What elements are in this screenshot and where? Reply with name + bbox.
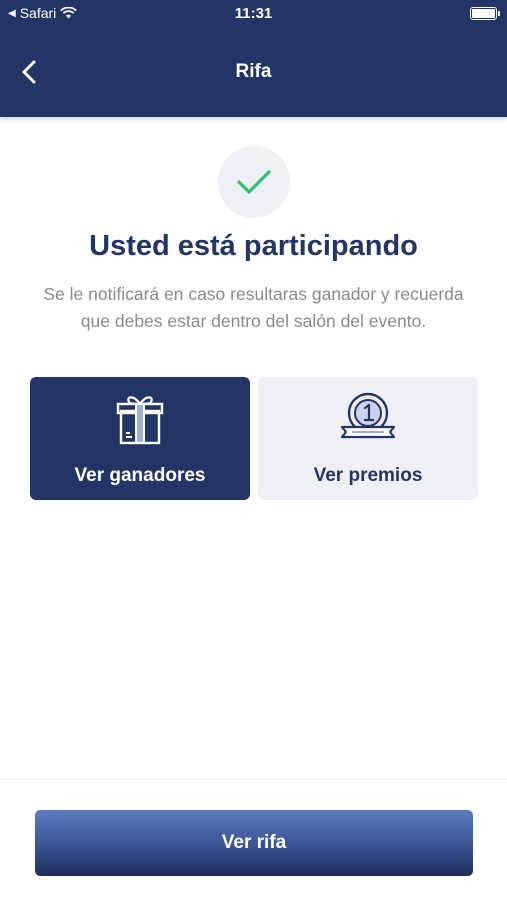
prizes-icon-wrap [258, 391, 478, 443]
confirmation-headline: Usted está participando [89, 230, 418, 262]
first-place-medal-icon [340, 392, 396, 439]
view-prizes-label: Ver premios [313, 465, 423, 486]
footer-divider [0, 779, 507, 780]
view-prizes-card[interactable]: Ver premios [258, 377, 478, 500]
view-winners-card[interactable]: Ver ganadores [30, 377, 250, 500]
app-header: ◀ Safari 11:31 Rifa [0, 0, 507, 117]
view-winners-label: Ver ganadores [74, 465, 206, 486]
status-time: 11:31 [234, 5, 273, 22]
check-icon [237, 170, 271, 194]
battery-icon [470, 7, 500, 20]
view-raffle-button[interactable]: Ver rifa [35, 810, 473, 876]
confirmation-message: Se le notificará en caso resultaras gana… [43, 284, 464, 331]
gift-icon [116, 396, 164, 445]
success-badge [218, 146, 290, 218]
winners-icon-wrap [30, 391, 250, 447]
page-title: Rifa [235, 61, 272, 82]
status-bar: ◀ Safari 11:31 [0, 0, 507, 30]
